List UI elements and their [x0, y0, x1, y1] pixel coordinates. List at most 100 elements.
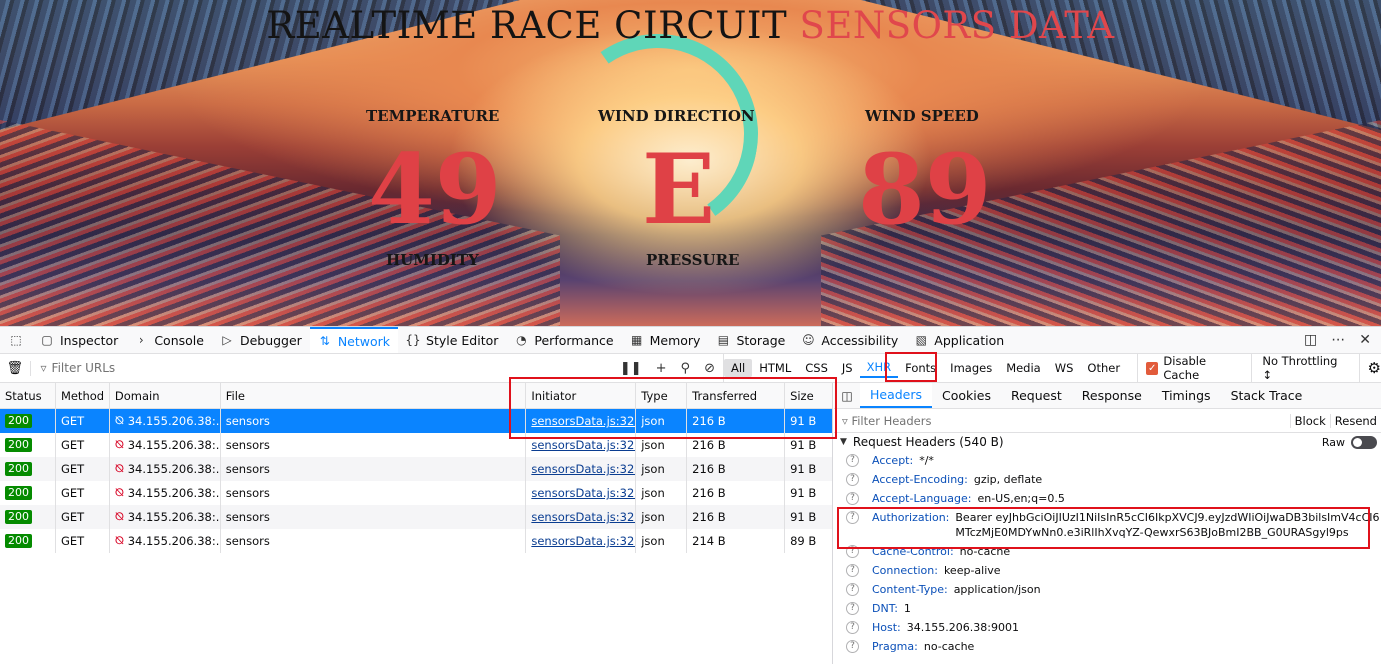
column-file[interactable]: File [221, 383, 527, 408]
initiator-link[interactable]: sensorsData.js:32... [531, 462, 635, 476]
size-cell: 91 B [790, 438, 817, 452]
insecure-icon: ⦰ [114, 486, 124, 499]
gear-icon[interactable]: ⚙ [1358, 354, 1381, 382]
filter-ws[interactable]: WS [1048, 359, 1081, 377]
help-icon[interactable]: ? [846, 473, 859, 486]
status-badge: 200 [5, 510, 32, 524]
type-cell: json [636, 481, 688, 505]
filter-css[interactable]: CSS [798, 359, 835, 377]
filter-xhr[interactable]: XHR [859, 358, 899, 378]
block-button[interactable]: Block [1289, 413, 1330, 428]
help-icon[interactable]: ? [846, 564, 859, 577]
table-row[interactable]: 200 GET ⦰ 34.155.206.38:... sensors senso… [0, 409, 832, 433]
block-icon[interactable]: ⊘ [704, 361, 715, 376]
column-size[interactable]: Size [785, 383, 832, 408]
search-icon[interactable]: ⚲ [681, 361, 691, 376]
tab-headers[interactable]: Headers [860, 383, 933, 408]
help-icon[interactable]: ? [846, 583, 859, 596]
help-icon[interactable]: ? [846, 640, 859, 653]
transferred-cell: 214 B [687, 529, 786, 553]
column-method[interactable]: Method [56, 383, 110, 408]
requests-table: Status Method Domain File Initiator Type… [0, 383, 833, 664]
filter-images[interactable]: Images [943, 359, 999, 377]
tab-timings[interactable]: Timings [1152, 383, 1221, 408]
tab-style-editor[interactable]: {} Style Editor [398, 327, 506, 353]
throttling-select[interactable]: No Throttling ↕ [1251, 354, 1346, 382]
header-row: ? Accept-Language: en-US,en;q=0.5 [834, 489, 1381, 508]
help-icon[interactable]: ? [846, 492, 859, 505]
column-initiator[interactable]: Initiator [526, 383, 637, 408]
header-value: no-cache [923, 640, 975, 653]
filter-js[interactable]: JS [835, 359, 860, 377]
transferred-cell: 216 B [687, 433, 786, 457]
filter-other[interactable]: Other [1080, 359, 1127, 377]
table-row[interactable]: 200 GET ⦰ 34.155.206.38:... sensors senso… [0, 433, 832, 457]
tab-inspector[interactable]: ▢ Inspector [32, 327, 126, 353]
size-cell: 91 B [790, 414, 817, 428]
header-value: en-US,en;q=0.5 [977, 492, 1065, 505]
add-icon[interactable]: + [656, 361, 667, 376]
network-filter-bar: 🗑 ▿ Filter URLs ❚❚ + ⚲ ⊘ All HTML CSS JS … [0, 354, 1381, 383]
table-row[interactable]: 200 GET ⦰ 34.155.206.38:... sensors senso… [0, 529, 832, 553]
tab-stack-trace[interactable]: Stack Trace [1221, 383, 1313, 408]
filter-media[interactable]: Media [999, 359, 1048, 377]
insecure-icon: ⦰ [114, 510, 124, 523]
pause-icon[interactable]: ❚❚ [620, 361, 642, 376]
table-row[interactable]: 200 GET ⦰ 34.155.206.38:... sensors senso… [0, 481, 832, 505]
dock-icon[interactable]: ◫ [1304, 332, 1317, 348]
initiator-link[interactable]: sensorsData.js:32... [531, 534, 635, 548]
tab-accessibility[interactable]: ☺ Accessibility [793, 327, 906, 353]
column-type[interactable]: Type [636, 383, 688, 408]
close-icon[interactable]: ✕ [1359, 332, 1371, 348]
help-icon[interactable]: ? [846, 454, 859, 467]
header-value: */* [919, 454, 934, 467]
raw-toggle[interactable] [1351, 435, 1377, 449]
filter-urls-input[interactable]: ▿ Filter URLs [31, 361, 612, 375]
table-row[interactable]: 200 GET ⦰ 34.155.206.38:... sensors senso… [0, 505, 832, 529]
initiator-link[interactable]: sensorsData.js:32... [531, 414, 635, 428]
request-headers-section[interactable]: ▼ Request Headers (540 B) Raw [834, 433, 1381, 451]
tab-network[interactable]: ⇅ Network [309, 327, 399, 353]
table-row[interactable]: 200 GET ⦰ 34.155.206.38:... sensors senso… [0, 457, 832, 481]
tab-application[interactable]: ▧ Application [906, 327, 1012, 353]
clear-requests-icon[interactable]: 🗑 [0, 360, 31, 376]
element-picker-button[interactable]: ⬚ [0, 327, 32, 353]
domain-cell: 34.155.206.38:... [127, 510, 221, 524]
header-row: ? Accept-Encoding: gzip, deflate [834, 470, 1381, 489]
tab-storage[interactable]: ▤ Storage [708, 327, 793, 353]
filter-html[interactable]: HTML [752, 359, 798, 377]
transferred-cell: 216 B [687, 481, 786, 505]
header-row: ? Accept: */* [834, 451, 1381, 470]
header-row: ? Cache-Control: no-cache [834, 542, 1381, 561]
tab-memory[interactable]: ▦ Memory [622, 327, 709, 353]
file-cell: sensors [221, 457, 527, 481]
initiator-link[interactable]: sensorsData.js:32... [531, 510, 635, 524]
help-icon[interactable]: ? [846, 545, 859, 558]
column-transferred[interactable]: Transferred [687, 383, 786, 408]
disable-cache-checkbox[interactable]: ✓ Disable Cache [1137, 354, 1241, 382]
initiator-link[interactable]: sensorsData.js:32... [531, 486, 635, 500]
filter-icon: ▿ [842, 413, 852, 428]
column-status[interactable]: Status [0, 383, 56, 408]
tab-performance[interactable]: ◔ Performance [506, 327, 621, 353]
resend-button[interactable]: Resend [1329, 413, 1381, 428]
tab-console[interactable]: › Console [126, 327, 212, 353]
toggle-sidebar-icon[interactable]: ◫ [834, 389, 860, 403]
tab-debugger[interactable]: ▷ Debugger [212, 327, 310, 353]
table-header: Status Method Domain File Initiator Type… [0, 383, 832, 409]
tab-label: Debugger [239, 332, 302, 348]
header-row-authorization: ? Authorization: Bearer eyJhbGciOiJIUzI1Ni… [834, 508, 1381, 542]
help-icon[interactable]: ? [846, 621, 859, 634]
tab-response[interactable]: Response [1072, 383, 1152, 408]
type-cell: json [636, 409, 688, 433]
filter-all[interactable]: All [723, 359, 753, 377]
filter-headers-input[interactable]: ▿ Filter Headers Block Resend [834, 409, 1381, 433]
tab-request[interactable]: Request [1001, 383, 1072, 408]
tab-cookies[interactable]: Cookies [932, 383, 1001, 408]
more-options-icon[interactable]: ⋯ [1331, 332, 1345, 348]
column-domain[interactable]: Domain [110, 383, 221, 408]
help-icon[interactable]: ? [846, 511, 859, 524]
help-icon[interactable]: ? [846, 602, 859, 615]
initiator-link[interactable]: sensorsData.js:32... [531, 438, 635, 452]
filter-fonts[interactable]: Fonts [898, 359, 943, 377]
